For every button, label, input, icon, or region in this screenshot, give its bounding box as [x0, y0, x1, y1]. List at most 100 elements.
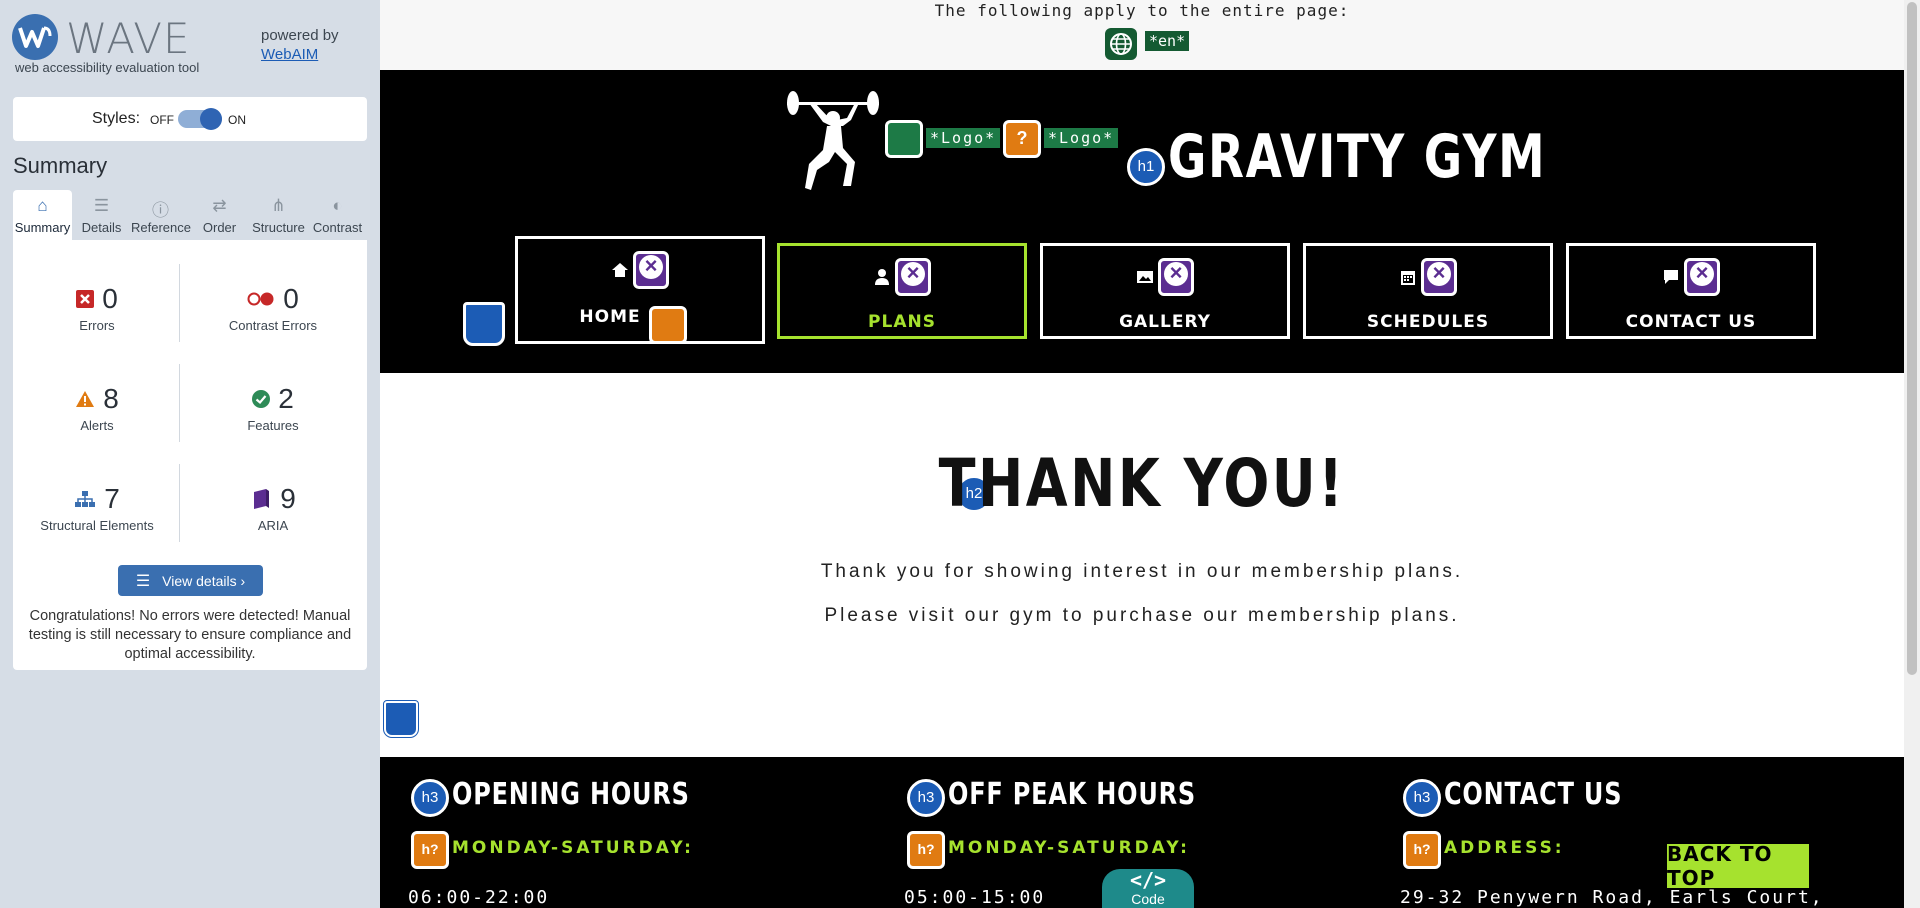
nav-label: SCHEDULES [1366, 312, 1490, 332]
stat-number: 2 [278, 383, 294, 414]
tab-label: Reference [131, 220, 191, 235]
tab-summary[interactable]: ⌂ Summary [13, 190, 72, 240]
view-details-label: View details › [162, 572, 246, 589]
error-icon [76, 290, 95, 308]
heading-h1-icon[interactable]: h1 [1127, 148, 1165, 186]
wave-logo-icon [12, 14, 58, 60]
nav-label: CONTACT US [1625, 312, 1757, 332]
stat-structural-elements[interactable]: 7 Structural Elements [17, 482, 177, 533]
tab-order[interactable]: ⇄ Order [190, 190, 249, 240]
contact-heading: CONTACT US [1444, 777, 1623, 812]
wave-tabs: ⌂ Summary ☰ Details ⓘ Reference ⇄ Order … [13, 190, 367, 240]
view-details-button[interactable]: ☰ View details › [118, 565, 263, 596]
aria-hidden-icon[interactable] [895, 258, 931, 296]
nav-gallery[interactable]: GALLERY [1040, 243, 1290, 339]
nav-home[interactable]: HOME [515, 236, 765, 344]
address-label: ADDRESS: [1444, 838, 1565, 858]
off-peak-time: 05:00-15:00 [904, 887, 1046, 908]
nav-schedules[interactable]: SCHEDULES [1303, 243, 1553, 339]
tab-label: Details [81, 220, 122, 235]
address-value: 29-32 Penywern Road, Earls Court, [1400, 887, 1824, 908]
contrast-error-icon [247, 292, 274, 306]
alert-question-icon[interactable]: ? [1003, 120, 1041, 158]
site-header: *Logo* ? *Logo* h1 GRAVITY GYM HOME PLAN… [380, 70, 1904, 373]
page-scrollbar[interactable] [1904, 0, 1920, 908]
home-icon: ⌂ [37, 196, 48, 215]
structure-icon [75, 491, 96, 507]
wave-brand: WAVE web accessibility evaluation tool p… [12, 12, 372, 82]
stat-number: 8 [103, 383, 119, 414]
possible-heading-icon[interactable]: h? [1403, 831, 1441, 869]
tab-contrast[interactable]: ◐ Contrast [308, 190, 367, 240]
aria-hidden-icon[interactable] [1684, 258, 1720, 296]
language-bar: The following apply to the entire page: … [380, 0, 1904, 70]
stat-label: Features [247, 418, 299, 433]
divider [179, 364, 180, 442]
globe-icon[interactable] [1105, 28, 1137, 60]
tab-structure[interactable]: ⋔ Structure [249, 190, 308, 240]
thank-you-text: Thank you for showing interest in our me… [820, 561, 1464, 582]
list-icon: ☰ [135, 572, 151, 590]
styles-toggle[interactable] [178, 108, 222, 130]
weightlifter-logo[interactable] [785, 88, 881, 190]
stat-aria[interactable]: 9 ARIA [193, 482, 353, 533]
nav-label: PLANS [868, 312, 936, 332]
language-notice: The following apply to the entire page: [934, 1, 1350, 20]
heading-h3-icon[interactable]: h3 [1403, 779, 1441, 817]
powered-by-label: powered by [261, 27, 339, 44]
stat-contrast-errors[interactable]: 0 Contrast Errors [193, 282, 353, 333]
redundant-link-icon[interactable] [649, 306, 687, 344]
thank-you-heading: THANK YOU! [938, 445, 1346, 522]
tab-reference[interactable]: ⓘ Reference [131, 190, 191, 240]
section-region-icon[interactable] [383, 700, 419, 738]
linked-image-icon[interactable] [885, 120, 923, 158]
stat-errors[interactable]: 0 Errors [17, 282, 177, 333]
contrast-icon: ◐ [332, 196, 343, 215]
home-icon [612, 263, 628, 277]
nav-icons [1306, 258, 1550, 296]
tab-details[interactable]: ☰ Details [72, 190, 131, 240]
calendar-icon [1401, 271, 1415, 285]
nav-icons [518, 251, 762, 289]
aria-hidden-icon[interactable] [1158, 258, 1194, 296]
visit-gym-text: Please visit our gym to purchase our mem… [824, 605, 1460, 626]
wave-sidebar: WAVE web accessibility evaluation tool p… [0, 0, 380, 908]
stat-features[interactable]: 2 Features [193, 382, 353, 433]
back-to-top-button[interactable]: BACK TO TOP [1667, 842, 1809, 890]
stat-alerts[interactable]: 8 Alerts [17, 382, 177, 433]
nav-label: HOME [579, 307, 641, 327]
wave-tagline: web accessibility evaluation tool [15, 60, 200, 75]
language-code: *en* [1145, 31, 1190, 51]
list-icon: ☰ [93, 196, 110, 215]
stat-number: 0 [102, 283, 118, 314]
site-title: GRAVITY GYM [1168, 122, 1547, 192]
styles-on-label: ON [228, 113, 246, 127]
webaim-link[interactable]: WebAIM [261, 45, 339, 64]
order-icon: ⇄ [212, 196, 227, 215]
heading-h3-icon[interactable]: h3 [411, 779, 449, 817]
code-icon: </> [1129, 868, 1167, 892]
logo-alt-text: *Logo* [926, 128, 1001, 148]
wave-title: WAVE [66, 14, 191, 63]
tab-label: Contrast [312, 220, 363, 235]
congrats-message: Congratulations! No errors were detected… [28, 608, 352, 662]
nav-icons [1569, 258, 1813, 296]
possible-heading-icon[interactable]: h? [907, 831, 945, 869]
styles-label: Styles: [92, 110, 141, 127]
stat-number: 0 [283, 283, 299, 314]
info-icon: ⓘ [152, 201, 169, 220]
scrollbar-thumb[interactable] [1907, 2, 1917, 675]
nav-icons [1043, 258, 1287, 296]
nav-contact-us[interactable]: CONTACT US [1566, 243, 1816, 339]
aria-hidden-icon[interactable] [633, 251, 669, 289]
styles-off-label: OFF [150, 113, 174, 127]
aria-hidden-icon[interactable] [1421, 258, 1457, 296]
heading-h3-icon[interactable]: h3 [907, 779, 945, 817]
site-footer: h3 OPENING HOURS h? MONDAY-SATURDAY: 06:… [380, 757, 1904, 908]
summary-title: Summary [13, 153, 108, 178]
nav-plans[interactable]: PLANS [777, 243, 1027, 339]
chat-icon [1664, 270, 1678, 284]
stat-label: Alerts [80, 418, 114, 433]
possible-heading-icon[interactable]: h? [411, 831, 449, 869]
code-panel-tab[interactable]: </> Code [1102, 869, 1194, 908]
